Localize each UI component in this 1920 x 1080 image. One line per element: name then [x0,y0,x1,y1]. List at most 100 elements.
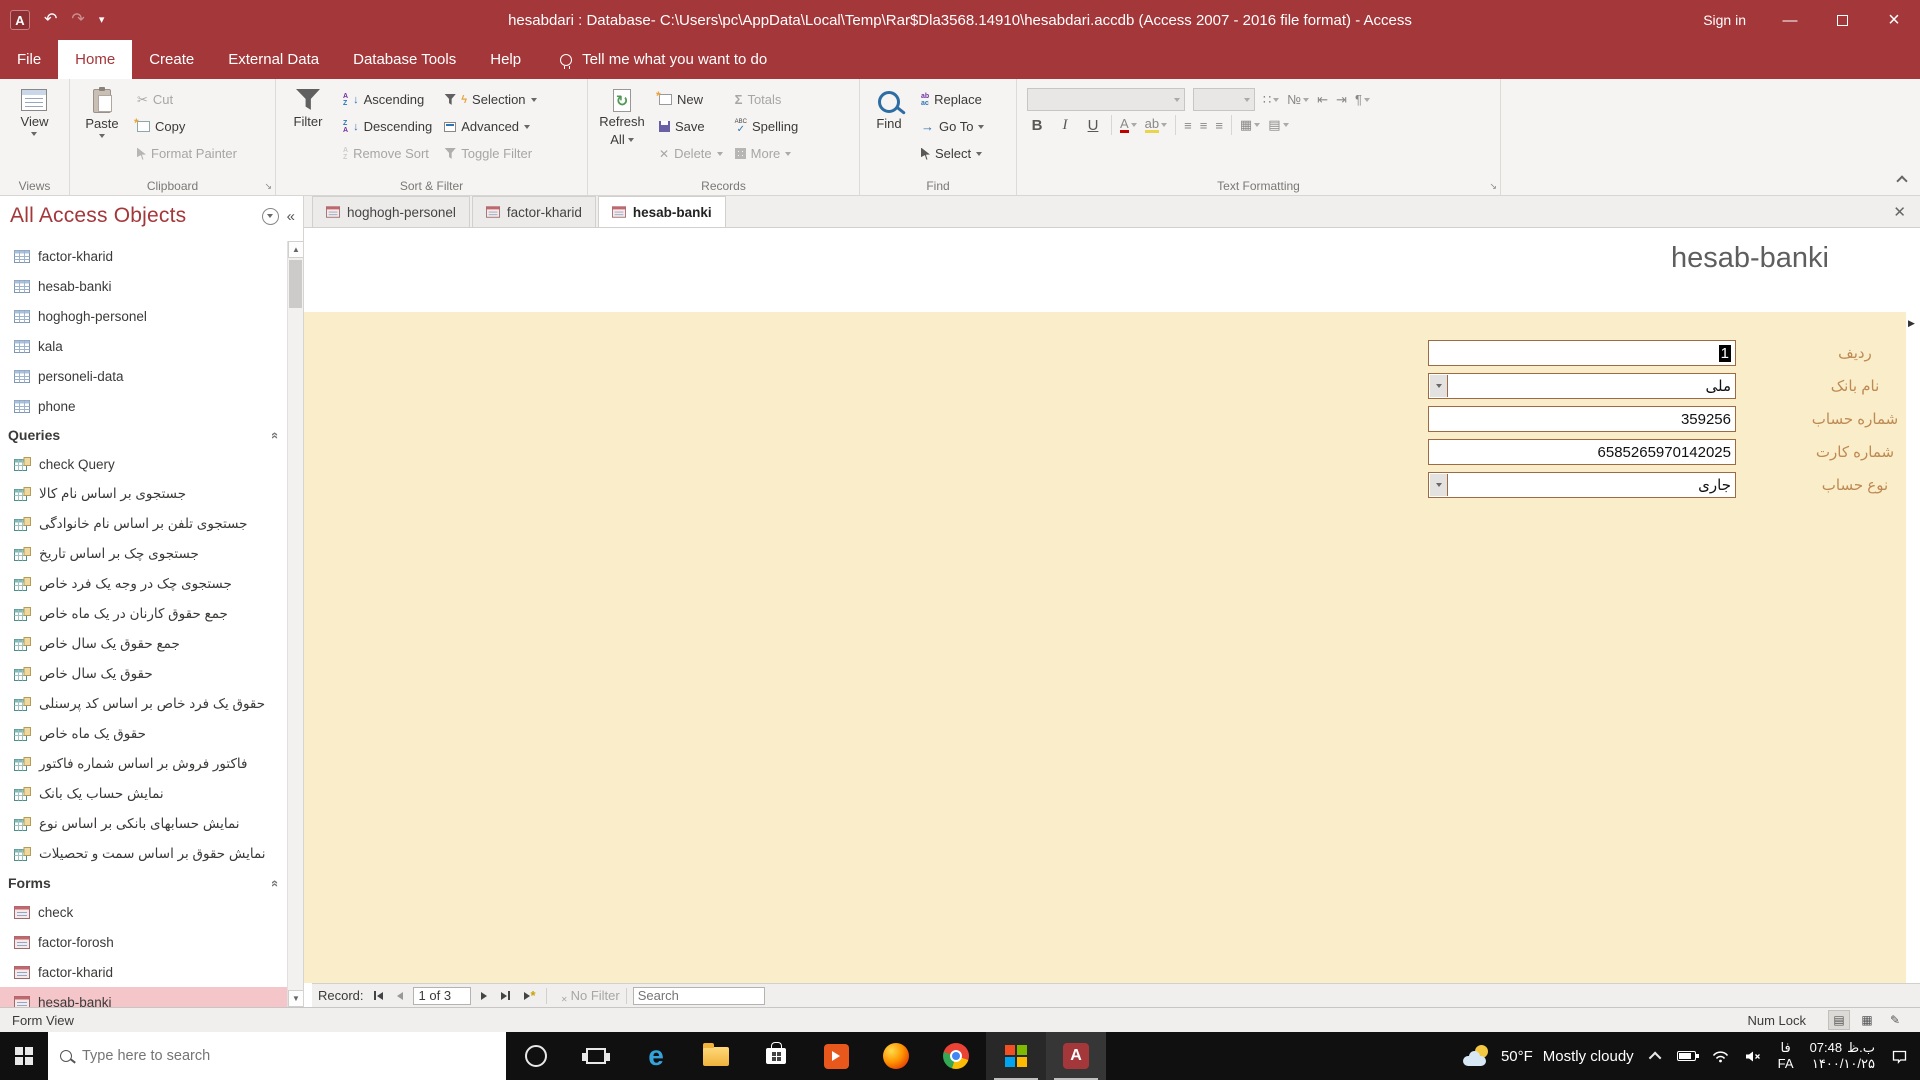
nav-item-query[interactable]: فاکتور فروش بر اساس شماره فاکتور [0,749,287,779]
italic-button[interactable]: I [1055,117,1075,134]
spelling-button[interactable]: ABC ✓ Spelling [730,113,804,140]
scroll-up-icon[interactable]: ▲ [288,241,303,258]
ribbon-tab[interactable]: Help [473,40,538,79]
field-input[interactable]: 6585265970142025 [1428,439,1736,465]
advanced-button[interactable]: Advanced [439,113,541,140]
next-record-button[interactable] [477,991,491,1000]
battery-button[interactable] [1669,1051,1704,1061]
nav-item-form[interactable]: hesab-banki [0,987,287,1007]
scroll-right-icon[interactable]: ▶ [1908,318,1915,329]
nav-item-query[interactable]: check Query [0,449,287,479]
ribbon-tab[interactable]: External Data [211,40,336,79]
font-size-combobox[interactable] [1193,88,1255,111]
nav-item-form[interactable]: factor-kharid [0,957,287,987]
refresh-all-button[interactable]: ↻ Refresh All [592,84,652,148]
font-name-combobox[interactable] [1027,88,1185,111]
tray-expand-button[interactable] [1644,1051,1669,1064]
previous-record-button[interactable] [393,991,407,1000]
decrease-indent-icon[interactable]: ⇤ [1317,92,1328,108]
text-direction-button[interactable]: ¶ [1355,92,1371,107]
highlight-color-button[interactable]: ab [1144,117,1168,133]
background-color-button[interactable]: ▤ [1268,117,1289,133]
media-player-button[interactable] [806,1032,866,1080]
nav-item-query[interactable]: جستجوی بر اساس نام کالا [0,479,287,509]
underline-button[interactable]: U [1083,117,1103,134]
weather-widget[interactable]: 50°F Mostly cloudy [1453,1045,1644,1067]
new-record-button[interactable]: New [654,86,728,113]
goto-button[interactable]: → Go To [916,113,989,140]
minimize-button[interactable]: — [1764,0,1816,40]
align-center-icon[interactable]: ≡ [1200,118,1208,133]
dialog-launcher-icon[interactable]: ↘ [264,181,272,192]
file-explorer-button[interactable] [686,1032,746,1080]
ribbon-tab[interactable]: Create [132,40,211,79]
dialog-launcher-icon[interactable]: ↘ [1489,181,1497,192]
store-button[interactable] [746,1032,806,1080]
access-app-icon[interactable]: A [10,10,30,30]
ribbon-tab[interactable]: Home [58,40,133,79]
last-record-button[interactable] [497,991,514,1000]
taskbar-search-input[interactable] [82,1048,494,1064]
collapse-section-icon[interactable]: « [268,431,283,438]
copy-button[interactable]: Copy [132,113,242,140]
document-tab[interactable]: hesab-banki [597,196,726,227]
gridlines-button[interactable]: ▦ [1240,117,1261,133]
nav-scrollbar[interactable]: ▲ ▼ [287,241,303,1007]
nav-item-query[interactable]: نمایش حقوق بر اساس سمت و تحصیلات [0,839,287,869]
align-right-icon[interactable]: ≡ [1215,118,1223,133]
nav-section-forms[interactable]: Forms « [0,869,287,897]
record-position-box[interactable]: 1 of 3 [412,986,471,1005]
document-tab[interactable]: factor-kharid [471,196,596,227]
align-left-icon[interactable]: ≡ [1184,118,1192,133]
document-tab[interactable]: hoghogh-personel [312,196,470,227]
descending-button[interactable]: ZA ↓ Descending [338,113,437,140]
ribbon-tab[interactable]: Database Tools [336,40,473,79]
scroll-down-icon[interactable]: ▼ [288,990,303,1007]
chrome-button[interactable] [926,1032,986,1080]
filter-button[interactable]: Filter [280,84,336,129]
close-document-icon[interactable]: ✕ [1879,196,1920,227]
collapse-ribbon-icon[interactable] [1896,175,1908,187]
increase-indent-icon[interactable]: ⇥ [1336,92,1347,108]
bullets-button[interactable]: ∷ [1263,92,1280,108]
design-view-button[interactable]: ✎ [1884,1010,1906,1030]
font-color-button[interactable]: A [1120,117,1137,133]
replace-button[interactable]: ab ac Replace [916,86,989,113]
numbering-button[interactable]: № [1287,92,1310,107]
field-input[interactable]: 359256 [1428,406,1736,432]
bold-button[interactable]: B [1027,117,1047,134]
find-button[interactable]: Find [864,84,914,131]
nav-item-table[interactable]: phone [0,391,287,421]
form-view-button[interactable]: ▤ [1828,1010,1850,1030]
selection-button[interactable]: ϟ Selection [439,86,541,113]
record-search-input[interactable] [632,986,765,1005]
start-button[interactable] [0,1032,48,1080]
no-filter-button[interactable]: ✕ No Filter [553,988,620,1004]
scrollbar-thumb[interactable] [289,260,302,308]
language-indicator[interactable]: فا FA [1770,1040,1802,1073]
nav-item-table[interactable]: factor-kharid [0,241,287,271]
datasheet-view-button[interactable]: ▦ [1856,1010,1878,1030]
action-center-button[interactable] [1883,1049,1920,1064]
volume-button[interactable] [1737,1050,1770,1063]
customize-qat-icon[interactable]: ▾ [99,14,105,26]
edge-button[interactable]: e [626,1032,686,1080]
cortana-button[interactable] [506,1032,566,1080]
shutter-close-icon[interactable]: « [287,208,295,225]
colored-tiles-app-button[interactable] [986,1032,1046,1080]
combo-dropdown-button[interactable] [1430,375,1448,397]
task-view-button[interactable] [566,1032,626,1080]
ascending-button[interactable]: AZ ↓ Ascending [338,86,437,113]
nav-item-query[interactable]: جستجوی چک بر اساس تاریخ [0,539,287,569]
new-record-button[interactable]: * [520,988,540,1003]
nav-item-query[interactable]: جستجوی چک در وجه یک فرد خاص [0,569,287,599]
tell-me-box[interactable]: Tell me what you want to do [538,40,767,79]
collapse-section-icon[interactable]: « [268,879,283,886]
nav-category-menu-icon[interactable] [261,207,279,225]
nav-item-query[interactable]: حقوق یک سال خاص [0,659,287,689]
ribbon-tab[interactable]: File [0,40,58,79]
nav-item-query[interactable]: حقوق یک فرد خاص بر اساس کد پرسنلی [0,689,287,719]
nav-item-query[interactable]: جستجوی تلفن بر اساس نام خانوادگی [0,509,287,539]
clock[interactable]: 07:48 ب.ظ ۱۴۰۰/۱۰/۲۵ [1802,1040,1883,1073]
sign-in-button[interactable]: Sign in [1685,0,1764,40]
